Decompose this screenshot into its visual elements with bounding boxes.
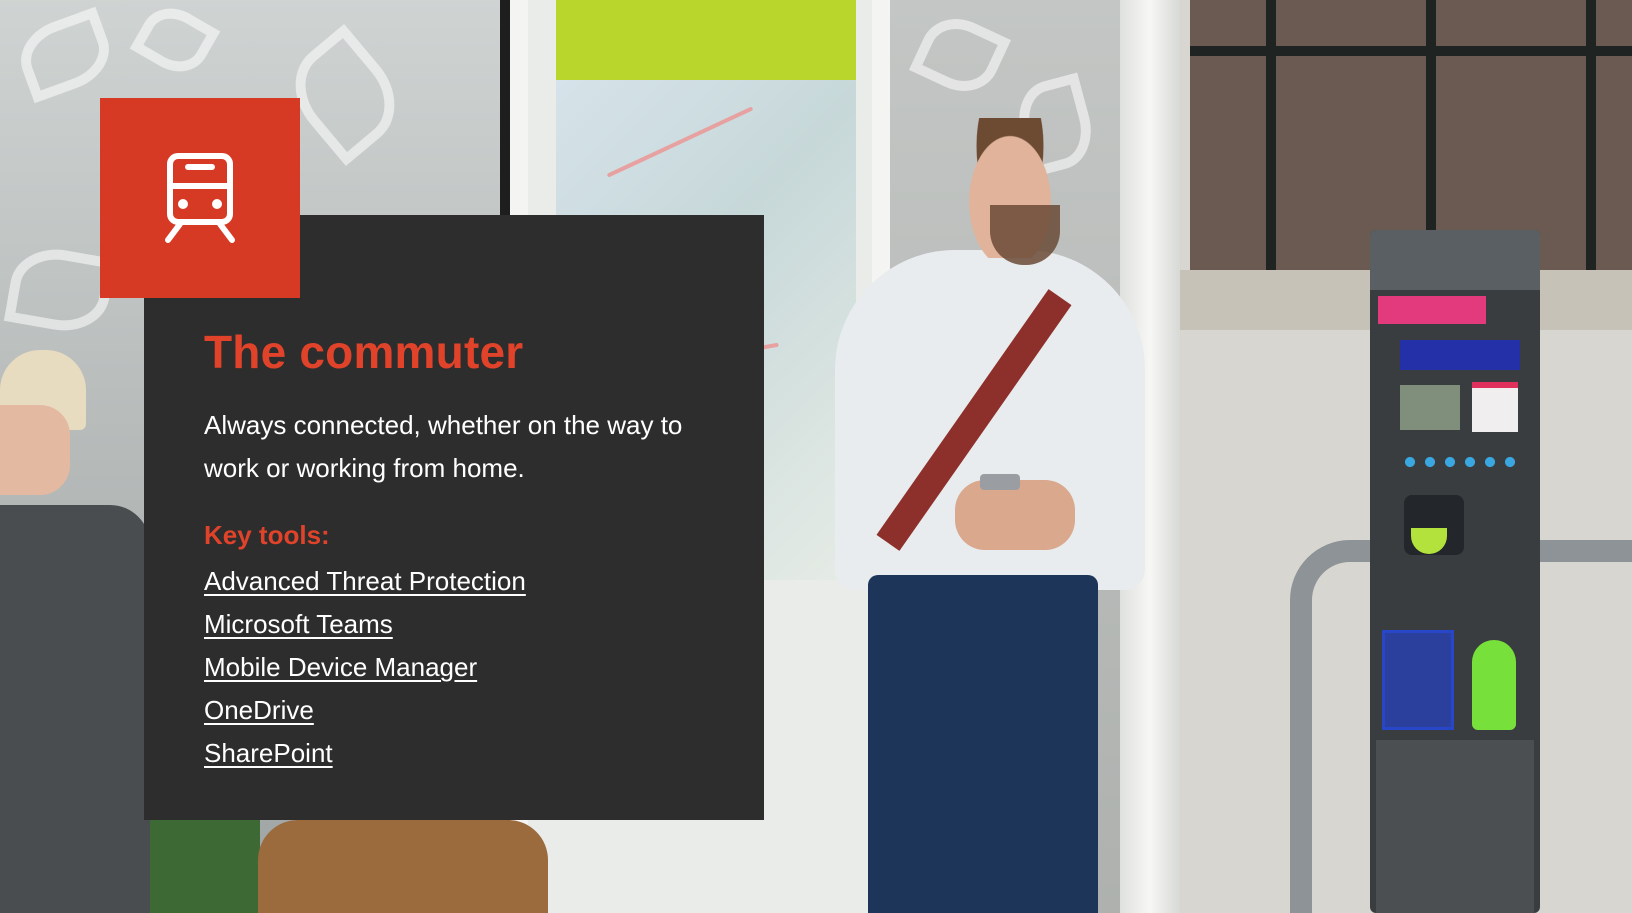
slide-title: The commuter	[204, 326, 524, 378]
link-advanced-threat-protection[interactable]: Advanced Threat Protection	[204, 566, 526, 596]
link-mobile-device-manager[interactable]: Mobile Device Manager	[204, 652, 477, 682]
list-item: Microsoft Teams	[204, 603, 526, 646]
phone	[980, 474, 1020, 490]
list-item: Advanced Threat Protection	[204, 560, 526, 603]
slide-description: Always connected, whether on the way to …	[204, 410, 683, 483]
link-onedrive[interactable]: OneDrive	[204, 695, 314, 725]
list-item: OneDrive	[204, 689, 526, 732]
train-icon	[165, 153, 235, 243]
key-tools-list: Advanced Threat Protection Microsoft Tea…	[204, 560, 526, 775]
key-tools-heading: Key tools:	[204, 520, 330, 550]
link-sharepoint[interactable]: SharePoint	[204, 738, 333, 768]
icon-tile	[100, 98, 300, 298]
list-item: Mobile Device Manager	[204, 646, 526, 689]
slide: The commuter Always connected, whether o…	[0, 0, 1632, 913]
list-item: SharePoint	[204, 732, 526, 775]
link-microsoft-teams[interactable]: Microsoft Teams	[204, 609, 393, 639]
seated-person	[0, 505, 150, 913]
